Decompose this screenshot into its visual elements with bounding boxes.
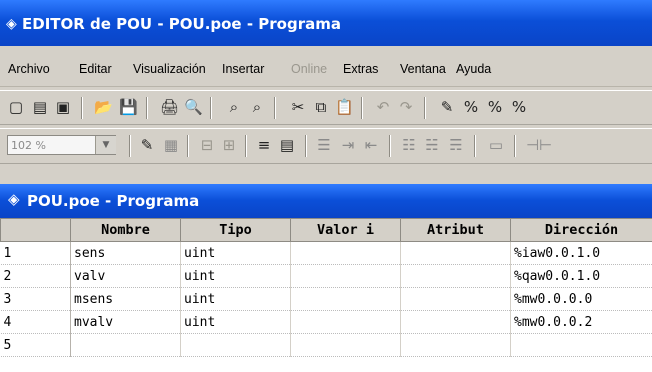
row-number[interactable]: 5 <box>0 333 71 357</box>
find-icon[interactable]: ⌕ <box>225 98 243 116</box>
column-header-nombre[interactable]: Nombre <box>70 218 181 242</box>
row-number-header <box>0 218 71 242</box>
new-function-block-icon[interactable]: ▤ <box>31 98 49 116</box>
toolbar-icon-percent-2[interactable]: % <box>486 98 504 116</box>
cut-icon[interactable]: ✂ <box>289 98 307 116</box>
cell-valor-inicial[interactable] <box>290 287 401 311</box>
table-header-row: Nombre Tipo Valor i Atribut Dirección <box>0 218 652 242</box>
indent-icon[interactable]: ⇥ <box>339 136 357 154</box>
column-header-atributo[interactable]: Atribut <box>400 218 511 242</box>
print-icon[interactable]: 🖨 <box>160 98 179 116</box>
compile-icon[interactable]: ✎ <box>438 98 456 116</box>
toolbar-icon-percent-3[interactable]: % <box>510 98 528 116</box>
edit-variable-icon[interactable]: ✎ <box>138 136 156 154</box>
cell-atributo[interactable] <box>400 287 511 311</box>
cell-direccion[interactable]: %mw0.0.0.2 <box>510 310 652 334</box>
cell-tipo[interactable]: uint <box>180 264 291 288</box>
cell-direccion[interactable]: %mw0.0.0.0 <box>510 287 652 311</box>
row-number[interactable]: 3 <box>0 287 71 311</box>
open-icon[interactable]: 📂 <box>94 98 113 116</box>
table-row[interactable]: 2 valv uint %qaw0.0.1.0 <box>0 264 652 288</box>
zoom-dropdown-button[interactable]: ▼ <box>95 136 116 154</box>
copy-icon[interactable]: ⧉ <box>312 98 330 116</box>
cell-atributo[interactable] <box>400 241 511 265</box>
new-function-icon[interactable]: ▣ <box>54 98 72 116</box>
panel-gap <box>0 172 652 184</box>
list-icon[interactable]: ☰ <box>315 136 333 154</box>
toolbar-icon-percent-1[interactable]: % <box>462 98 480 116</box>
row-number[interactable]: 4 <box>0 310 71 334</box>
cell-nombre[interactable]: valv <box>70 264 181 288</box>
menu-insertar[interactable]: Insertar <box>222 62 264 76</box>
cell-direccion[interactable]: %qaw0.0.1.0 <box>510 264 652 288</box>
menu-editar[interactable]: Editar <box>79 62 112 76</box>
var-block-icon[interactable]: ▦ <box>162 136 180 154</box>
contact-icon[interactable]: ⊣⊢ <box>526 136 552 154</box>
redo-icon[interactable]: ↷ <box>397 98 415 116</box>
cell-valor-inicial[interactable] <box>290 333 401 357</box>
menu-archivo[interactable]: Archivo <box>8 62 50 76</box>
cell-nombre[interactable]: msens <box>70 287 181 311</box>
cell-nombre[interactable]: mvalv <box>70 310 181 334</box>
table-icon[interactable]: ▤ <box>278 136 296 154</box>
undo-icon[interactable]: ↶ <box>374 98 392 116</box>
new-program-icon[interactable]: ▢ <box>7 98 25 116</box>
row-number[interactable]: 2 <box>0 264 71 288</box>
menu-extras[interactable]: Extras <box>343 62 378 76</box>
column-header-valor-inicial[interactable]: Valor i <box>290 218 401 242</box>
document-title-bar: ◈ POU.poe - Programa <box>0 184 652 218</box>
paste-icon[interactable]: 📋 <box>335 98 354 116</box>
bookmark-next-icon[interactable]: ☵ <box>423 136 441 154</box>
cell-atributo[interactable] <box>400 264 511 288</box>
cell-valor-inicial[interactable] <box>290 241 401 265</box>
pou-icon: ◈ <box>8 190 20 208</box>
table-row[interactable]: 1 sens uint %iaw0.0.1.0 <box>0 241 652 265</box>
outdent-icon[interactable]: ⇤ <box>362 136 380 154</box>
standard-toolbar: ▢ ▤ ▣ 📂 💾 🖨 🔍 ⌕ ⌕ ✂ ⧉ 📋 ↶ ↷ ✎ % % % <box>0 90 652 125</box>
cell-nombre[interactable]: sens <box>70 241 181 265</box>
column-header-tipo[interactable]: Tipo <box>180 218 291 242</box>
title-bar: ◈ EDITOR de POU - POU.poe - Programa <box>0 0 652 46</box>
cell-tipo[interactable]: uint <box>180 241 291 265</box>
app-icon: ◈ <box>6 16 17 32</box>
cell-direccion[interactable]: %iaw0.0.1.0 <box>510 241 652 265</box>
cell-tipo[interactable]: uint <box>180 287 291 311</box>
align-icon[interactable]: ≡ <box>255 136 273 154</box>
cell-tipo[interactable] <box>180 333 291 357</box>
table-row[interactable]: 3 msens uint %mw0.0.0.0 <box>0 287 652 311</box>
document-title: POU.poe - Programa <box>27 192 200 210</box>
bookmark-icon[interactable]: ☷ <box>400 136 418 154</box>
column-header-direccion[interactable]: Dirección <box>510 218 652 242</box>
menu-bar: Archivo Editar Visualización Insertar On… <box>0 56 652 87</box>
cell-valor-inicial[interactable] <box>290 264 401 288</box>
cell-direccion[interactable] <box>510 333 652 357</box>
insert-column-icon[interactable]: ⊞ <box>220 136 238 154</box>
cell-atributo[interactable] <box>400 310 511 334</box>
menu-online[interactable]: Online <box>291 62 327 76</box>
insert-row-icon[interactable]: ⊟ <box>198 136 216 154</box>
comment-icon[interactable]: ▭ <box>487 136 505 154</box>
row-number[interactable]: 1 <box>0 241 71 265</box>
cell-tipo[interactable]: uint <box>180 310 291 334</box>
cell-atributo[interactable] <box>400 333 511 357</box>
cell-nombre[interactable] <box>70 333 181 357</box>
print-preview-icon[interactable]: 🔍 <box>184 98 203 116</box>
table-row[interactable]: 5 <box>0 333 652 357</box>
save-icon[interactable]: 💾 <box>119 98 138 116</box>
bookmark-prev-icon[interactable]: ☴ <box>447 136 465 154</box>
find-next-icon[interactable]: ⌕ <box>248 98 266 116</box>
table-row[interactable]: 4 mvalv uint %mw0.0.0.2 <box>0 310 652 334</box>
cell-valor-inicial[interactable] <box>290 310 401 334</box>
window-title: EDITOR de POU - POU.poe - Programa <box>22 15 341 33</box>
menu-visualizacion[interactable]: Visualización <box>133 62 206 76</box>
menu-ventana[interactable]: Ventana <box>400 62 446 76</box>
variables-grid: Nombre Tipo Valor i Atribut Dirección 1 … <box>0 218 652 357</box>
variable-table: Nombre Tipo Valor i Atribut Dirección 1 … <box>0 218 652 372</box>
editor-toolbar: 102 % ▼ ✎ ▦ ⊟ ⊞ ≡ ▤ ☰ ⇥ ⇤ ☷ ☵ ☴ ▭ ⊣⊢ <box>0 128 652 164</box>
menu-ayuda[interactable]: Ayuda <box>456 62 491 76</box>
